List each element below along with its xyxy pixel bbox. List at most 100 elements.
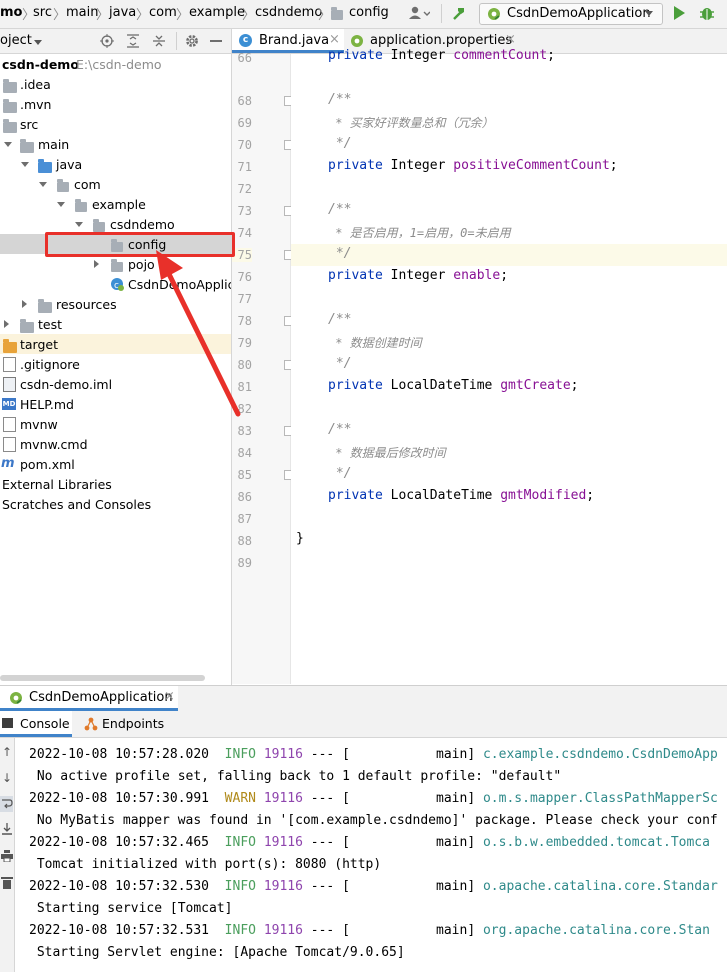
folder-icon (20, 319, 34, 333)
soft-wrap-icon[interactable] (0, 796, 13, 812)
chevron-down-icon[interactable] (4, 142, 12, 147)
chevron-down-icon[interactable] (34, 40, 42, 45)
breadcrumb-com[interactable]: com (149, 5, 177, 20)
line-number: 84 (237, 446, 252, 460)
log-header-line: 2022-10-08 10:57:32.531 INFO 19116 --- [… (29, 923, 710, 938)
line-number: 83 (237, 424, 252, 438)
run-configuration-selector[interactable]: CsdnDemoApplication (479, 3, 663, 25)
horizontal-scrollbar[interactable] (0, 675, 205, 681)
javadoc-close: */ (328, 466, 352, 481)
javadoc-open: /** (328, 202, 352, 217)
breadcrumb-config[interactable]: config (349, 5, 389, 20)
close-icon[interactable]: × (329, 32, 340, 47)
tree-item-label: csdn-demo.iml (20, 377, 113, 392)
breadcrumb-main[interactable]: main (66, 5, 98, 20)
annotation-arrow-icon (156, 250, 241, 417)
console-output[interactable]: 2022-10-08 10:57:28.020 INFO 19116 --- [… (15, 738, 727, 972)
chevron-right-icon[interactable] (94, 260, 99, 268)
breadcrumb-project[interactable]: mo (0, 5, 22, 20)
scroll-down-icon[interactable]: ↓ (2, 772, 12, 784)
class-closing-brace: } (296, 531, 304, 546)
endpoints-icon (83, 716, 99, 732)
line-number: 72 (237, 182, 252, 196)
tree-item-label: csdndemo (110, 217, 175, 232)
tree-item-example[interactable]: example (0, 194, 231, 214)
gear-icon[interactable] (185, 34, 199, 48)
svg-text:c: c (114, 281, 119, 291)
run-play-icon[interactable] (674, 6, 685, 20)
tree-item-mvn[interactable]: .mvn (0, 94, 231, 114)
line-number: 86 (237, 490, 252, 504)
scroll-up-icon[interactable]: ↑ (2, 746, 12, 758)
javadoc-text: * 数据创建时间 (328, 336, 422, 350)
javadoc-text: * 是否启用，1=启用，0=未启用 (328, 226, 511, 240)
scroll-to-end-icon[interactable] (1, 822, 13, 836)
tree-item-label: resources (56, 297, 117, 312)
locate-target-icon[interactable] (100, 34, 114, 48)
chevron-down-icon (645, 11, 653, 16)
chevron-down-icon[interactable] (57, 202, 65, 207)
tab-run-csdndemoapplication[interactable]: CsdnDemoApplication × (0, 686, 178, 711)
minimize-icon[interactable] (210, 40, 222, 42)
toolbar-divider (176, 32, 177, 50)
breadcrumb-src[interactable]: src (33, 5, 52, 20)
breadcrumb-csdndemo[interactable]: csdndemo (255, 5, 322, 20)
tab-endpoints[interactable]: Endpoints (80, 711, 165, 737)
package-icon (93, 219, 105, 232)
tree-item-main[interactable]: main (0, 134, 231, 154)
tree-item-csdn-demo[interactable]: csdn-demo E:\csdn-demo (0, 54, 231, 74)
tree-item-mvnw-cmd[interactable]: mvnw.cmd (0, 434, 231, 454)
trash-icon[interactable] (1, 876, 13, 890)
tree-item-label: csdn-demo (2, 57, 79, 72)
tree-item-label: External Libraries (2, 477, 112, 492)
tab-label: Endpoints (102, 716, 165, 731)
breadcrumb-separator: 〉 (242, 8, 256, 23)
line-number: 85 (237, 468, 252, 482)
chevron-down-icon[interactable] (39, 182, 47, 187)
expand-all-icon[interactable] (126, 34, 140, 48)
tree-item-com[interactable]: com (0, 174, 231, 194)
chevron-down-icon[interactable] (21, 162, 29, 167)
console-side-toolbar: ↑ ↓ (0, 738, 15, 972)
tree-item-label: Scratches and Consoles (2, 497, 152, 512)
chevron-down-icon[interactable] (75, 222, 83, 227)
close-icon[interactable]: × (164, 689, 175, 704)
folder-icon (3, 79, 17, 93)
close-icon[interactable]: × (505, 32, 516, 47)
package-icon (75, 199, 87, 212)
breadcrumb-separator: 〉 (136, 8, 150, 23)
tree-item-label: main (38, 137, 70, 152)
tree-item-pom-xml[interactable]: m pom.xml (0, 454, 231, 474)
spring-boot-class-icon: c (110, 277, 124, 291)
log-message-line: Starting service [Tomcat] (29, 901, 233, 916)
tree-item-external-libraries[interactable]: External Libraries (0, 474, 231, 494)
collapse-all-icon[interactable] (152, 34, 166, 48)
tree-item-csdndemo[interactable]: csdndemo (0, 214, 231, 234)
breadcrumb-java[interactable]: java (109, 5, 136, 20)
tree-item-idea[interactable]: .idea (0, 74, 231, 94)
ignore-file-icon (3, 357, 16, 372)
print-icon[interactable] (1, 850, 13, 863)
tree-item-label: src (20, 117, 39, 132)
line-number: 71 (237, 160, 252, 174)
project-toolbar: oject (0, 29, 232, 54)
code-editor[interactable]: private Integer commentCount; /** * 买家好评… (291, 48, 727, 684)
debug-bug-icon[interactable] (698, 4, 716, 22)
tree-item-label: test (38, 317, 63, 332)
field-declaration: private LocalDateTime gmtModified; (328, 488, 595, 503)
build-hammer-icon[interactable] (451, 5, 467, 21)
resources-folder-icon (38, 299, 52, 313)
package-icon (57, 179, 69, 192)
tree-item-src[interactable]: src (0, 114, 231, 134)
tab-console[interactable]: Console (0, 711, 72, 737)
breadcrumb-example[interactable]: example (189, 5, 245, 20)
chevron-right-icon[interactable] (22, 300, 27, 308)
tree-item-java[interactable]: java (0, 154, 231, 174)
project-view-title[interactable]: oject (0, 33, 32, 48)
log-header-line: 2022-10-08 10:57:32.530 INFO 19116 --- [… (29, 879, 718, 894)
line-number: 87 (237, 512, 252, 526)
vcs-user-icon[interactable] (408, 5, 431, 21)
chevron-right-icon[interactable] (4, 320, 9, 328)
breadcrumb-separator: 〉 (318, 8, 332, 23)
tree-item-scratches[interactable]: Scratches and Consoles (0, 494, 231, 514)
